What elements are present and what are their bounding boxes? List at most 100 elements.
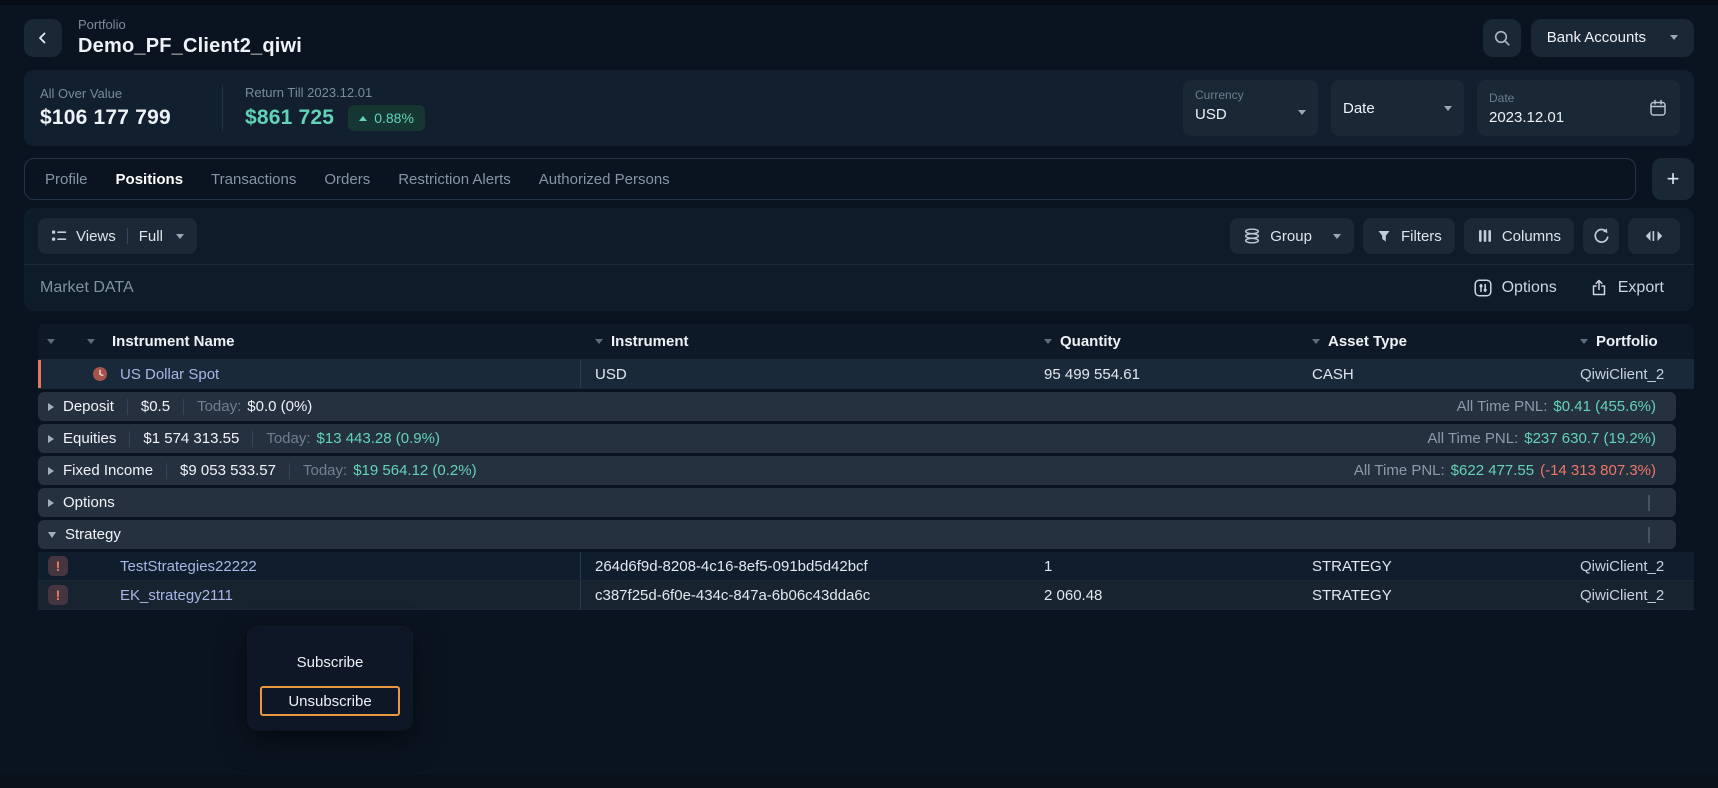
pnl-value: $622 477.55 [1451, 462, 1534, 479]
date-field[interactable]: Date 2023.12.01 [1477, 80, 1680, 136]
return-change: 0.88% [374, 110, 414, 126]
pnl-value: $237 630.7 (19.2%) [1524, 430, 1656, 447]
quantity-cell: 2 060.48 [1030, 587, 1298, 604]
collapse-expand-button[interactable] [1628, 218, 1680, 254]
column-header-portfolio[interactable]: Portfolio [1566, 324, 1694, 359]
column-label: Portfolio [1596, 333, 1658, 350]
date-mode-dropdown[interactable]: Date [1331, 80, 1464, 136]
currency-value: USD [1195, 106, 1227, 123]
group-row-deposit[interactable]: Deposit$0.5Today:$0.0 (0%)All Time PNL:$… [38, 392, 1676, 421]
tab-positions[interactable]: Positions [116, 171, 184, 188]
instrument-name-link[interactable]: EK_strategy2111 [120, 587, 233, 604]
group-row-strategy[interactable]: Strategy [38, 520, 1676, 549]
group-row-equities[interactable]: Equities$1 574 313.55Today:$13 443.28 (0… [38, 424, 1676, 453]
column-label: Quantity [1060, 333, 1121, 350]
divider [289, 463, 290, 479]
instrument-name-cell: US Dollar Spot [38, 360, 581, 388]
currency-dropdown[interactable]: Currency USD [1183, 80, 1318, 136]
return-value: $861 725 [245, 106, 334, 130]
search-icon [1493, 29, 1511, 47]
group-label: Group [1270, 228, 1312, 245]
table-row-us-dollar-spot[interactable]: US Dollar SpotUSD95 499 554.61CASHQiwiCl… [38, 360, 1694, 389]
all-time-pnl: All Time PNL: $0.41 (455.6%) [1457, 398, 1656, 415]
chevron-down-icon [176, 234, 184, 239]
summary-panel: All Over Value $106 177 799 Return Till … [24, 70, 1694, 146]
asset-type-cell: STRATEGY [1298, 587, 1566, 604]
column-header-quantity[interactable]: Quantity [1030, 324, 1298, 359]
back-button[interactable] [24, 19, 62, 57]
expand-icon[interactable] [48, 403, 54, 411]
instrument-name-link[interactable]: TestStrategies22222 [120, 558, 257, 575]
pnl-label: All Time PNL: [1457, 398, 1548, 415]
table-row-teststrategies22222[interactable]: !TestStrategies22222264d6f9d-8208-4c16-8… [38, 552, 1694, 581]
tab-restriction-alerts[interactable]: Restriction Alerts [398, 171, 511, 188]
quantity-cell: 95 499 554.61 [1030, 366, 1298, 383]
instrument-cell: 264d6f9d-8208-4c16-8ef5-091bd5d42bcf [581, 558, 1030, 575]
top-bar: Portfolio Demo_PF_Client2_qiwi Bank Acco… [0, 5, 1718, 70]
pnl-value: $0.41 (455.6%) [1553, 398, 1656, 415]
positions-section: Views Full Group Filters [24, 208, 1694, 311]
divider [222, 85, 223, 131]
quantity-cell: 1 [1030, 558, 1298, 575]
column-header-asset-type[interactable]: Asset Type [1298, 324, 1566, 359]
options-button[interactable]: Options [1473, 278, 1557, 298]
menu-item-subscribe[interactable]: Subscribe [260, 647, 400, 677]
menu-item-unsubscribe[interactable]: Unsubscribe [260, 686, 400, 716]
filter-caret-icon[interactable] [47, 339, 55, 344]
export-label: Export [1618, 279, 1664, 297]
divider [183, 399, 184, 415]
portfolio-cell: QiwiClient_2 [1566, 587, 1694, 604]
alert-icon: ! [48, 585, 68, 605]
today-value: $13 443.28 (0.9%) [317, 430, 440, 447]
pnl-label: All Time PNL: [1354, 462, 1445, 479]
filter-caret-icon[interactable] [1580, 339, 1588, 344]
search-button[interactable] [1483, 19, 1521, 57]
group-row-fixed-income[interactable]: Fixed Income$9 053 533.57Today:$19 564.1… [38, 456, 1676, 485]
expand-icon[interactable] [48, 499, 54, 507]
currency-label: Currency [1195, 88, 1306, 102]
tab-orders[interactable]: Orders [324, 171, 370, 188]
group-label: Options [63, 494, 115, 511]
instrument-name-link[interactable]: US Dollar Spot [120, 366, 219, 383]
panel-arrows-icon [1644, 228, 1664, 244]
tab-profile[interactable]: Profile [45, 171, 88, 188]
table-body: US Dollar SpotUSD95 499 554.61CASHQiwiCl… [38, 360, 1694, 610]
tab-authorized-persons[interactable]: Authorized Persons [539, 171, 670, 188]
divider [129, 431, 130, 447]
tab-transactions[interactable]: Transactions [211, 171, 296, 188]
filter-caret-icon[interactable] [595, 339, 603, 344]
views-dropdown[interactable]: Views Full [38, 218, 197, 254]
return-change-badge: 0.88% [348, 105, 425, 131]
filter-caret-icon[interactable] [1044, 339, 1052, 344]
divider [127, 399, 128, 415]
portfolio-cell: QiwiClient_2 [1566, 366, 1694, 383]
refresh-button[interactable] [1583, 218, 1619, 254]
collapse-icon[interactable] [48, 532, 56, 538]
pnl-percent-negative: (-14 313 807.3%) [1540, 462, 1656, 479]
date-field-label: Date [1489, 91, 1564, 105]
columns-label: Columns [1502, 228, 1561, 245]
expand-icon[interactable] [48, 467, 54, 475]
group-label: Equities [63, 430, 116, 447]
filter-caret-icon[interactable] [1312, 339, 1320, 344]
expand-icon[interactable] [48, 435, 54, 443]
export-button[interactable]: Export [1589, 278, 1664, 298]
tune-icon [1473, 278, 1493, 298]
group-label: Strategy [65, 526, 121, 543]
columns-button[interactable]: Columns [1464, 218, 1574, 254]
column-header-instrument-name[interactable]: Instrument Name [38, 324, 581, 359]
column-header-instrument[interactable]: Instrument [581, 324, 1030, 359]
divider [252, 431, 253, 447]
views-icon [51, 228, 67, 244]
group-row-options[interactable]: Options [38, 488, 1676, 517]
divider [127, 228, 128, 244]
group-dropdown[interactable]: Group [1230, 218, 1354, 254]
filter-icon [1376, 228, 1392, 244]
layers-icon [1243, 227, 1261, 245]
divider [166, 463, 167, 479]
bank-accounts-dropdown[interactable]: Bank Accounts [1531, 19, 1694, 57]
table-row-ek-strategy2111[interactable]: !EK_strategy2111c387f25d-6f0e-434c-847a-… [38, 581, 1694, 610]
filter-caret-icon[interactable] [87, 339, 95, 344]
add-tab-button[interactable]: + [1652, 158, 1694, 200]
filters-button[interactable]: Filters [1363, 218, 1455, 254]
